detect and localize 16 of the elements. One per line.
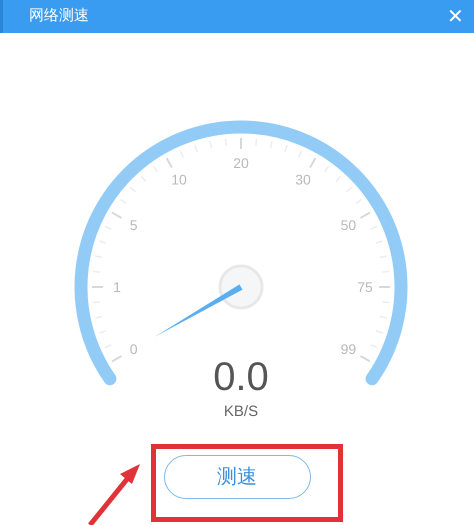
speed-test-button[interactable]: 测速 [164, 455, 310, 499]
scale-label: 10 [171, 172, 187, 188]
arrow-drawing [88, 464, 140, 525]
window-title: 网络测速 [29, 6, 89, 26]
speed-value: 0.0 [213, 355, 269, 399]
scale-label: 0 [130, 341, 138, 357]
close-button[interactable]: ✕ [443, 6, 468, 26]
scale-label: 50 [340, 217, 356, 233]
scale-label: 5 [130, 217, 138, 233]
scale-label: 30 [295, 172, 311, 188]
speed-unit: KB/S [224, 403, 258, 420]
scale-label: 1 [113, 279, 121, 295]
scale-label: 20 [233, 155, 249, 171]
scale-label: 99 [340, 341, 356, 357]
needle-hub [218, 264, 264, 310]
scale-label: 75 [357, 279, 373, 295]
